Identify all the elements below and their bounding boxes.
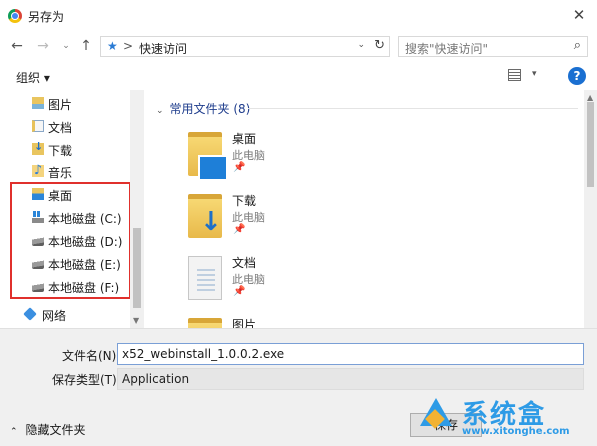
group-header-frequent-folders[interactable]: ⌄ 常用文件夹 (8): [156, 100, 250, 117]
sidebar-item-pictures[interactable]: 图片: [0, 92, 130, 114]
view-caret-icon: ▾: [532, 69, 537, 79]
hide-folders-label: 隐藏文件夹: [25, 423, 86, 437]
item-location: 此电脑: [232, 211, 265, 224]
file-list-scrollbar[interactable]: ▲: [584, 90, 597, 328]
sidebar-item-music[interactable]: ♪ 音乐: [0, 160, 130, 182]
pictures-folder-icon: [32, 97, 44, 109]
chevron-down-icon: ⌄: [156, 106, 164, 116]
chrome-icon: [8, 9, 22, 23]
watermark-logo-icon: [418, 398, 454, 432]
scroll-up-icon[interactable]: ▲: [587, 93, 593, 102]
breadcrumb-separator-icon: >: [123, 39, 134, 53]
watermark-url: www.xitonghe.com: [462, 426, 570, 437]
desktop-folder-icon: [188, 132, 228, 181]
breadcrumb-quick-access[interactable]: 快速访问: [139, 40, 187, 57]
view-list-icon: [508, 69, 521, 81]
sidebar-item-label: 下载: [48, 144, 73, 158]
hide-folders-button[interactable]: ⌃ 隐藏文件夹: [10, 421, 86, 438]
navigation-scrollbar-thumb[interactable]: [133, 228, 141, 308]
close-button[interactable]: ✕: [567, 4, 591, 26]
toolbar: 组织 ▾ ▾ ?: [0, 62, 597, 90]
file-list-scrollbar-thumb[interactable]: [587, 102, 594, 187]
navigation-scrollbar[interactable]: ▼: [130, 90, 144, 328]
sidebar-item-label: 网络: [42, 309, 67, 323]
item-name: 文档: [232, 256, 257, 270]
documents-folder-icon: [188, 256, 222, 300]
refresh-icon[interactable]: ↻: [374, 38, 385, 53]
item-name: 图片: [232, 318, 257, 328]
drives-highlight-box: [10, 182, 131, 299]
filetype-label: 保存类型(T):: [52, 373, 121, 387]
site-watermark: 系统盒 www.xitonghe.com: [418, 388, 594, 444]
search-input[interactable]: 搜索"快速访问": [405, 40, 488, 57]
pictures-folder-icon: [188, 318, 222, 328]
list-item[interactable]: 下载 此电脑 📌: [184, 192, 384, 252]
sidebar-item-network[interactable]: 网络: [0, 303, 130, 325]
sidebar-item-downloads[interactable]: 下载: [0, 138, 130, 160]
filename-input[interactable]: x52_webinstall_1.0.0.2.exe: [117, 343, 584, 365]
quick-access-star-icon: ★: [107, 39, 118, 53]
recent-locations-button[interactable]: ⌄: [58, 36, 74, 56]
file-list: ⌄ 常用文件夹 (8) 桌面 此电脑 📌 下载 此电脑 📌 文档 此电脑 📌 图片: [148, 90, 584, 328]
sidebar-item-label: 文档: [48, 121, 73, 135]
window-title: 另存为: [28, 10, 65, 24]
pin-icon: 📌: [233, 162, 246, 173]
sidebar-item-label: 图片: [48, 98, 73, 112]
address-bar[interactable]: ★ > 快速访问 ⌄ ↻: [100, 36, 390, 57]
group-divider: [248, 108, 578, 109]
sidebar-item-label: 音乐: [48, 166, 73, 180]
item-location: 此电脑: [232, 149, 265, 162]
item-name: 桌面: [232, 132, 257, 146]
documents-folder-icon: [32, 120, 44, 132]
search-icon[interactable]: ⌕: [574, 38, 581, 53]
up-button[interactable]: ↑: [76, 36, 96, 56]
downloads-folder-icon: [188, 194, 222, 238]
view-options-button[interactable]: ▾: [508, 68, 542, 84]
sidebar-item-documents[interactable]: 文档: [0, 115, 130, 137]
item-name: 下载: [232, 194, 257, 208]
group-header-label: 常用文件夹 (8): [169, 102, 251, 116]
filename-label: 文件名(N):: [62, 349, 121, 363]
help-button[interactable]: ?: [568, 67, 586, 85]
chevron-up-icon: ⌃: [10, 427, 18, 437]
search-box[interactable]: 搜索"快速访问" ⌕: [398, 36, 588, 57]
pin-icon: 📌: [233, 286, 246, 297]
list-item[interactable]: 文档 此电脑 📌: [184, 254, 384, 314]
scroll-down-icon[interactable]: ▼: [133, 316, 139, 325]
pin-icon: 📌: [233, 224, 246, 235]
network-icon: [23, 307, 37, 321]
organize-button[interactable]: 组织 ▾: [16, 69, 50, 86]
item-location: 此电脑: [232, 273, 265, 286]
filetype-select[interactable]: Application: [117, 368, 584, 390]
forward-button[interactable]: →: [32, 36, 54, 56]
title-bar: 另存为 ✕: [0, 0, 597, 32]
back-button[interactable]: ←: [6, 36, 28, 56]
navigation-bar: ← → ⌄ ↑ ★ > 快速访问 ⌄ ↻ 搜索"快速访问" ⌕: [0, 32, 597, 60]
list-item[interactable]: 图片: [184, 316, 384, 328]
address-dropdown-icon[interactable]: ⌄: [357, 40, 365, 50]
downloads-folder-icon: [32, 140, 44, 155]
music-folder-icon: ♪: [32, 163, 44, 178]
list-item[interactable]: 桌面 此电脑 📌: [184, 130, 384, 190]
